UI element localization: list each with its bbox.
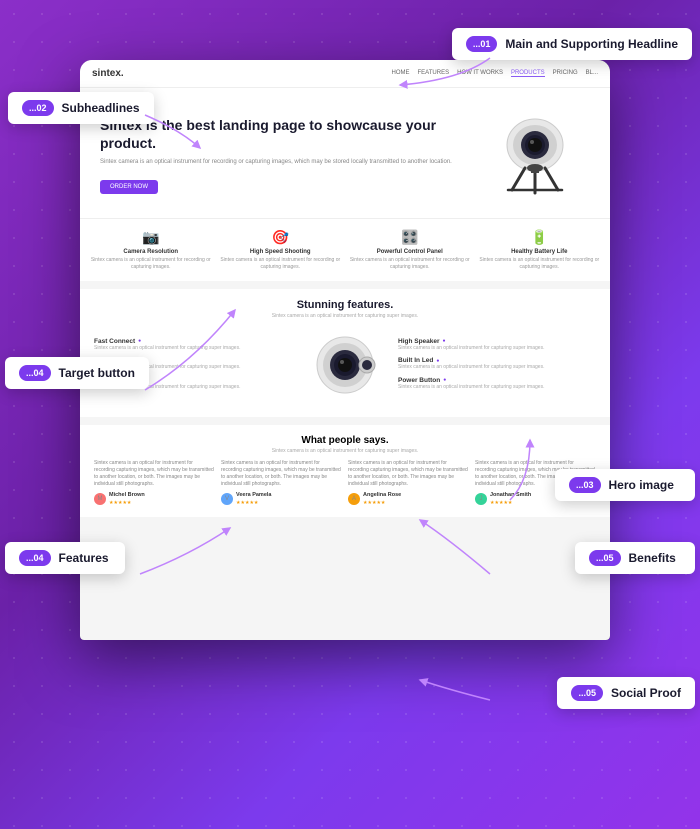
testimonial-2: Sintex camera is an optical for instrume… xyxy=(221,460,342,507)
nav-pricing[interactable]: PRICING xyxy=(553,70,578,77)
benefit-speaker: High Speaker Sintex camera is an optical… xyxy=(398,338,596,352)
laptop-screen: sintex. HOME FEATURES HOW IT WORKS PRODU… xyxy=(80,60,610,640)
feature-desc-battery: Sintex camera is an optical instrument f… xyxy=(479,257,601,271)
annotation-04b: ...04 Features xyxy=(5,542,125,574)
hero-headline: Sintex is the best landing page to showc… xyxy=(100,116,470,152)
author-name-3: Angelina Rose xyxy=(363,492,401,500)
testimonial-text-2: Sintex camera is an optical for instrume… xyxy=(221,460,342,488)
website-nav: sintex. HOME FEATURES HOW IT WORKS PRODU… xyxy=(80,60,610,88)
stars-1: ★★★★★ xyxy=(109,500,145,507)
feature-title-resolution: Camera Resolution xyxy=(90,249,212,255)
ann04a-label: Target button xyxy=(59,366,135,380)
stars-3: ★★★★★ xyxy=(363,500,401,507)
avatar-3: A xyxy=(348,493,360,505)
benefit-power: Power Button Sintex camera is an optical… xyxy=(398,377,596,391)
social-proof-section: What people says. Sintex camera is an op… xyxy=(80,417,610,517)
feature-icon-resolution: 📷 xyxy=(90,229,212,246)
testimonial-text-1: Sintex camera is an optical for instrume… xyxy=(94,460,215,488)
features-row: 📷 Camera Resolution Sintex camera is an … xyxy=(80,218,610,281)
feature-card-resolution: 📷 Camera Resolution Sintex camera is an … xyxy=(90,229,212,271)
feature-title-battery: Healthy Battery Life xyxy=(479,249,601,255)
ann05a-number: ...05 xyxy=(589,550,621,566)
ann02-label: Subheadlines xyxy=(62,101,140,115)
ann01-label: Main and Supporting Headline xyxy=(505,37,678,51)
benefit-desc-led: Sintex camera is an optical instrument f… xyxy=(398,364,596,371)
benefit-name-power: Power Button xyxy=(398,377,596,384)
benefit-desc-power: Sintex camera is an optical instrument f… xyxy=(398,384,596,391)
hero-subtext: Sintex camera is an optical instrument f… xyxy=(100,158,470,167)
nav-products[interactable]: PRODUCTS xyxy=(511,70,545,77)
annotation-02: ...02 Subheadlines xyxy=(8,92,154,124)
benefit-name-led: Built In Led xyxy=(398,357,596,364)
benefit-desc-speaker: Sintex camera is an optical instrument f… xyxy=(398,345,596,352)
feature-desc-speed: Sintex camera is an optical instrument f… xyxy=(220,257,342,271)
benefits-right: High Speaker Sintex camera is an optical… xyxy=(398,338,596,397)
testimonial-author-2: V Veera Pamela ★★★★★ xyxy=(221,492,342,507)
social-subtitle: Sintex camera is an optical instrument f… xyxy=(94,448,596,454)
benefits-section: Stunning features. Sintex camera is an o… xyxy=(80,281,610,417)
hero-text: Sintex is the best landing page to showc… xyxy=(100,116,470,194)
avatar-2: V xyxy=(221,493,233,505)
feature-desc-control: Sintex camera is an optical instrument f… xyxy=(349,257,471,271)
hero-cta-button[interactable]: ORDER NOW xyxy=(100,180,158,194)
hero-camera-image xyxy=(480,110,580,200)
laptop-frame: sintex. HOME FEATURES HOW IT WORKS PRODU… xyxy=(80,60,610,640)
feature-title-speed: High Speed Shooting xyxy=(220,249,342,255)
ann03-number: ...03 xyxy=(569,477,601,493)
benefit-desc-fast-connect: Sintex camera is an optical instrument f… xyxy=(94,345,292,352)
ann03-label: Hero image xyxy=(609,478,674,492)
avatar-4: J xyxy=(475,493,487,505)
hero-section: Sintex is the best landing page to showc… xyxy=(80,88,610,218)
site-logo: sintex. xyxy=(92,68,124,79)
author-name-2: Veera Pamela xyxy=(236,492,271,500)
benefit-name-speaker: High Speaker xyxy=(398,338,596,345)
stars-4: ★★★★★ xyxy=(490,500,531,507)
benefits-subtitle: Sintex camera is an optical instrument f… xyxy=(94,313,596,319)
feature-icon-battery: 🔋 xyxy=(479,229,601,246)
social-title: What people says. xyxy=(94,435,596,446)
nav-home[interactable]: HOME xyxy=(392,70,410,77)
author-name-1: Michel Brown xyxy=(109,492,145,500)
annotation-04a: ...04 Target button xyxy=(5,357,149,389)
ann05b-label: Social Proof xyxy=(611,686,681,700)
ann05b-number: ...05 xyxy=(571,685,603,701)
feature-card-control: 🎛️ Powerful Control Panel Sintex camera … xyxy=(349,229,471,271)
annotation-03: ...03 Hero image xyxy=(555,469,695,501)
annotation-05a: ...05 Benefits xyxy=(575,542,695,574)
ann04b-label: Features xyxy=(59,551,109,565)
benefits-camera-image xyxy=(300,327,390,407)
testimonial-1: Sintex camera is an optical for instrume… xyxy=(94,460,215,507)
testimonial-text-3: Sintex camera is an optical for instrume… xyxy=(348,460,469,488)
nav-blog[interactable]: BL... xyxy=(586,70,598,77)
testimonial-author-3: A Angelina Rose ★★★★★ xyxy=(348,492,469,507)
author-name-4: Jonathan Smith xyxy=(490,492,531,500)
ann04a-number: ...04 xyxy=(19,365,51,381)
hero-image-area xyxy=(470,110,590,200)
ann01-number: ...01 xyxy=(466,36,498,52)
feature-desc-resolution: Sintex camera is an optical instrument f… xyxy=(90,257,212,271)
feature-icon-control: 🎛️ xyxy=(349,229,471,246)
testimonial-author-1: M Michel Brown ★★★★★ xyxy=(94,492,215,507)
benefit-fast-connect: Fast Connect Sintex camera is an optical… xyxy=(94,338,292,352)
ann05a-label: Benefits xyxy=(629,551,676,565)
testimonials-list: Sintex camera is an optical for instrume… xyxy=(94,460,596,507)
benefit-name-fast-connect: Fast Connect xyxy=(94,338,292,345)
benefit-led: Built In Led Sintex camera is an optical… xyxy=(398,357,596,371)
nav-howitworks[interactable]: HOW IT WORKS xyxy=(457,70,503,77)
benefits-body: Fast Connect Sintex camera is an optical… xyxy=(94,327,596,407)
avatar-1: M xyxy=(94,493,106,505)
nav-features[interactable]: FEATURES xyxy=(418,70,450,77)
feature-icon-speed: 🎯 xyxy=(220,229,342,246)
feature-card-battery: 🔋 Healthy Battery Life Sintex camera is … xyxy=(479,229,601,271)
feature-title-control: Powerful Control Panel xyxy=(349,249,471,255)
nav-links: HOME FEATURES HOW IT WORKS PRODUCTS PRIC… xyxy=(392,70,598,77)
testimonial-3: Sintex camera is an optical for instrume… xyxy=(348,460,469,507)
ann02-number: ...02 xyxy=(22,100,54,116)
annotation-01: ...01 Main and Supporting Headline xyxy=(452,28,692,60)
feature-card-speed: 🎯 High Speed Shooting Sintex camera is a… xyxy=(220,229,342,271)
benefits-title: Stunning features. xyxy=(94,299,596,311)
stars-2: ★★★★★ xyxy=(236,500,271,507)
ann04b-number: ...04 xyxy=(19,550,51,566)
annotation-05b: ...05 Social Proof xyxy=(557,677,695,709)
